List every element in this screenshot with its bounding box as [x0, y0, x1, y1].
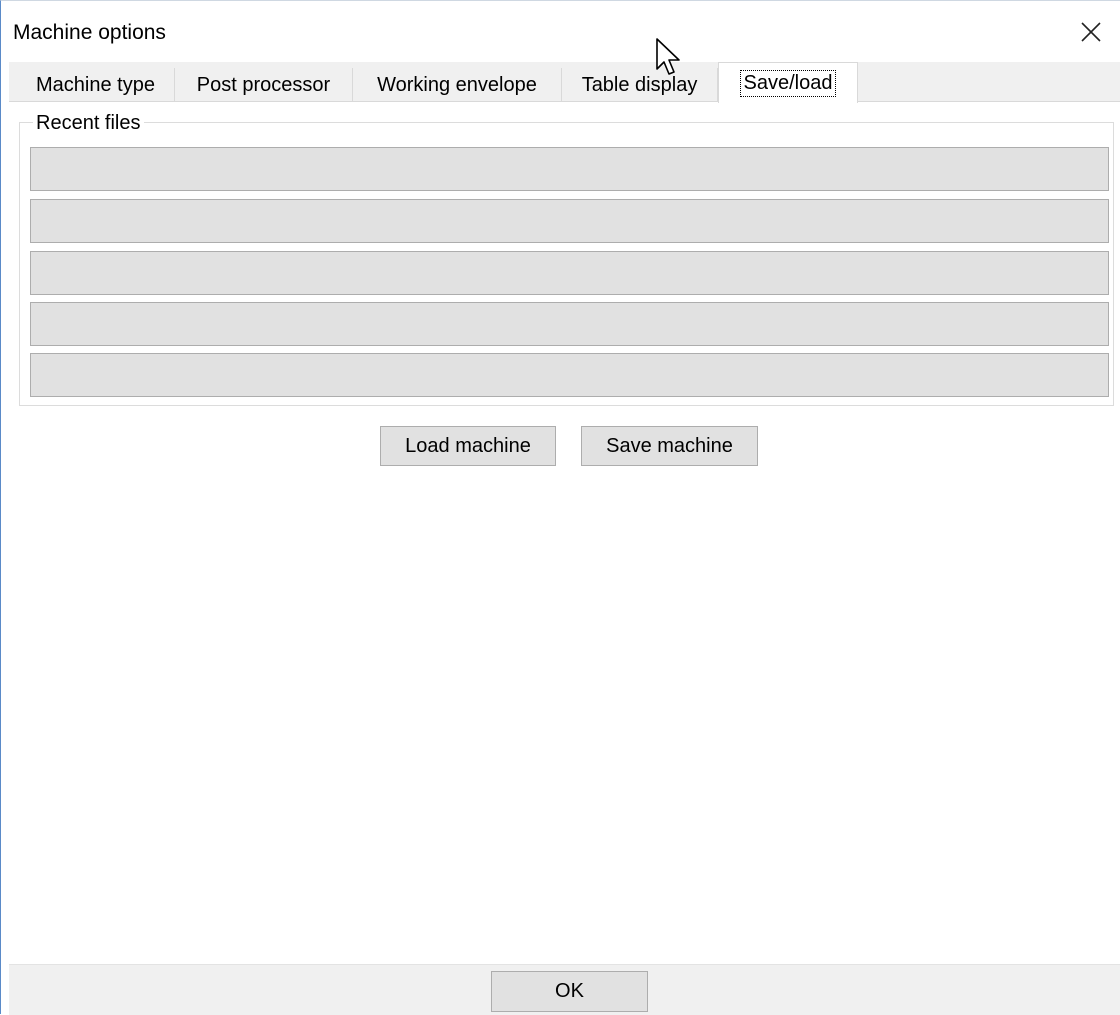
title-bar: Machine options [1, 1, 1120, 61]
close-icon [1081, 22, 1101, 42]
tab-label: Post processor [196, 73, 331, 96]
tab-label: Save/load [739, 69, 837, 97]
save-load-panel: Recent files Load machine Save machine [9, 101, 1120, 965]
recent-file-slot-1[interactable] [30, 147, 1109, 191]
tab-table-display[interactable]: Table display [562, 68, 718, 102]
save-machine-button[interactable]: Save machine [581, 426, 758, 466]
window-title: Machine options [13, 21, 166, 44]
tab-machine-type[interactable]: Machine type [17, 68, 175, 102]
tab-strip: Machine type Post processor Working enve… [9, 62, 1120, 103]
recent-file-slot-3[interactable] [30, 251, 1109, 295]
tab-save-load[interactable]: Save/load [718, 62, 858, 103]
recent-file-slot-5[interactable] [30, 353, 1109, 397]
dialog-footer: OK [9, 964, 1120, 1015]
tab-label: Working envelope [377, 73, 537, 96]
tab-label: Machine type [36, 73, 155, 96]
tab-working-envelope[interactable]: Working envelope [353, 68, 562, 102]
recent-files-label: Recent files [33, 112, 144, 135]
machine-options-dialog: Machine options Machine type Post proces… [0, 0, 1120, 1015]
mouse-pointer-icon [656, 38, 680, 75]
close-button[interactable] [1076, 17, 1106, 47]
recent-file-slot-2[interactable] [30, 199, 1109, 243]
recent-file-slot-4[interactable] [30, 302, 1109, 346]
ok-button[interactable]: OK [491, 971, 648, 1012]
load-machine-button[interactable]: Load machine [380, 426, 556, 466]
tab-post-processor[interactable]: Post processor [175, 68, 353, 102]
